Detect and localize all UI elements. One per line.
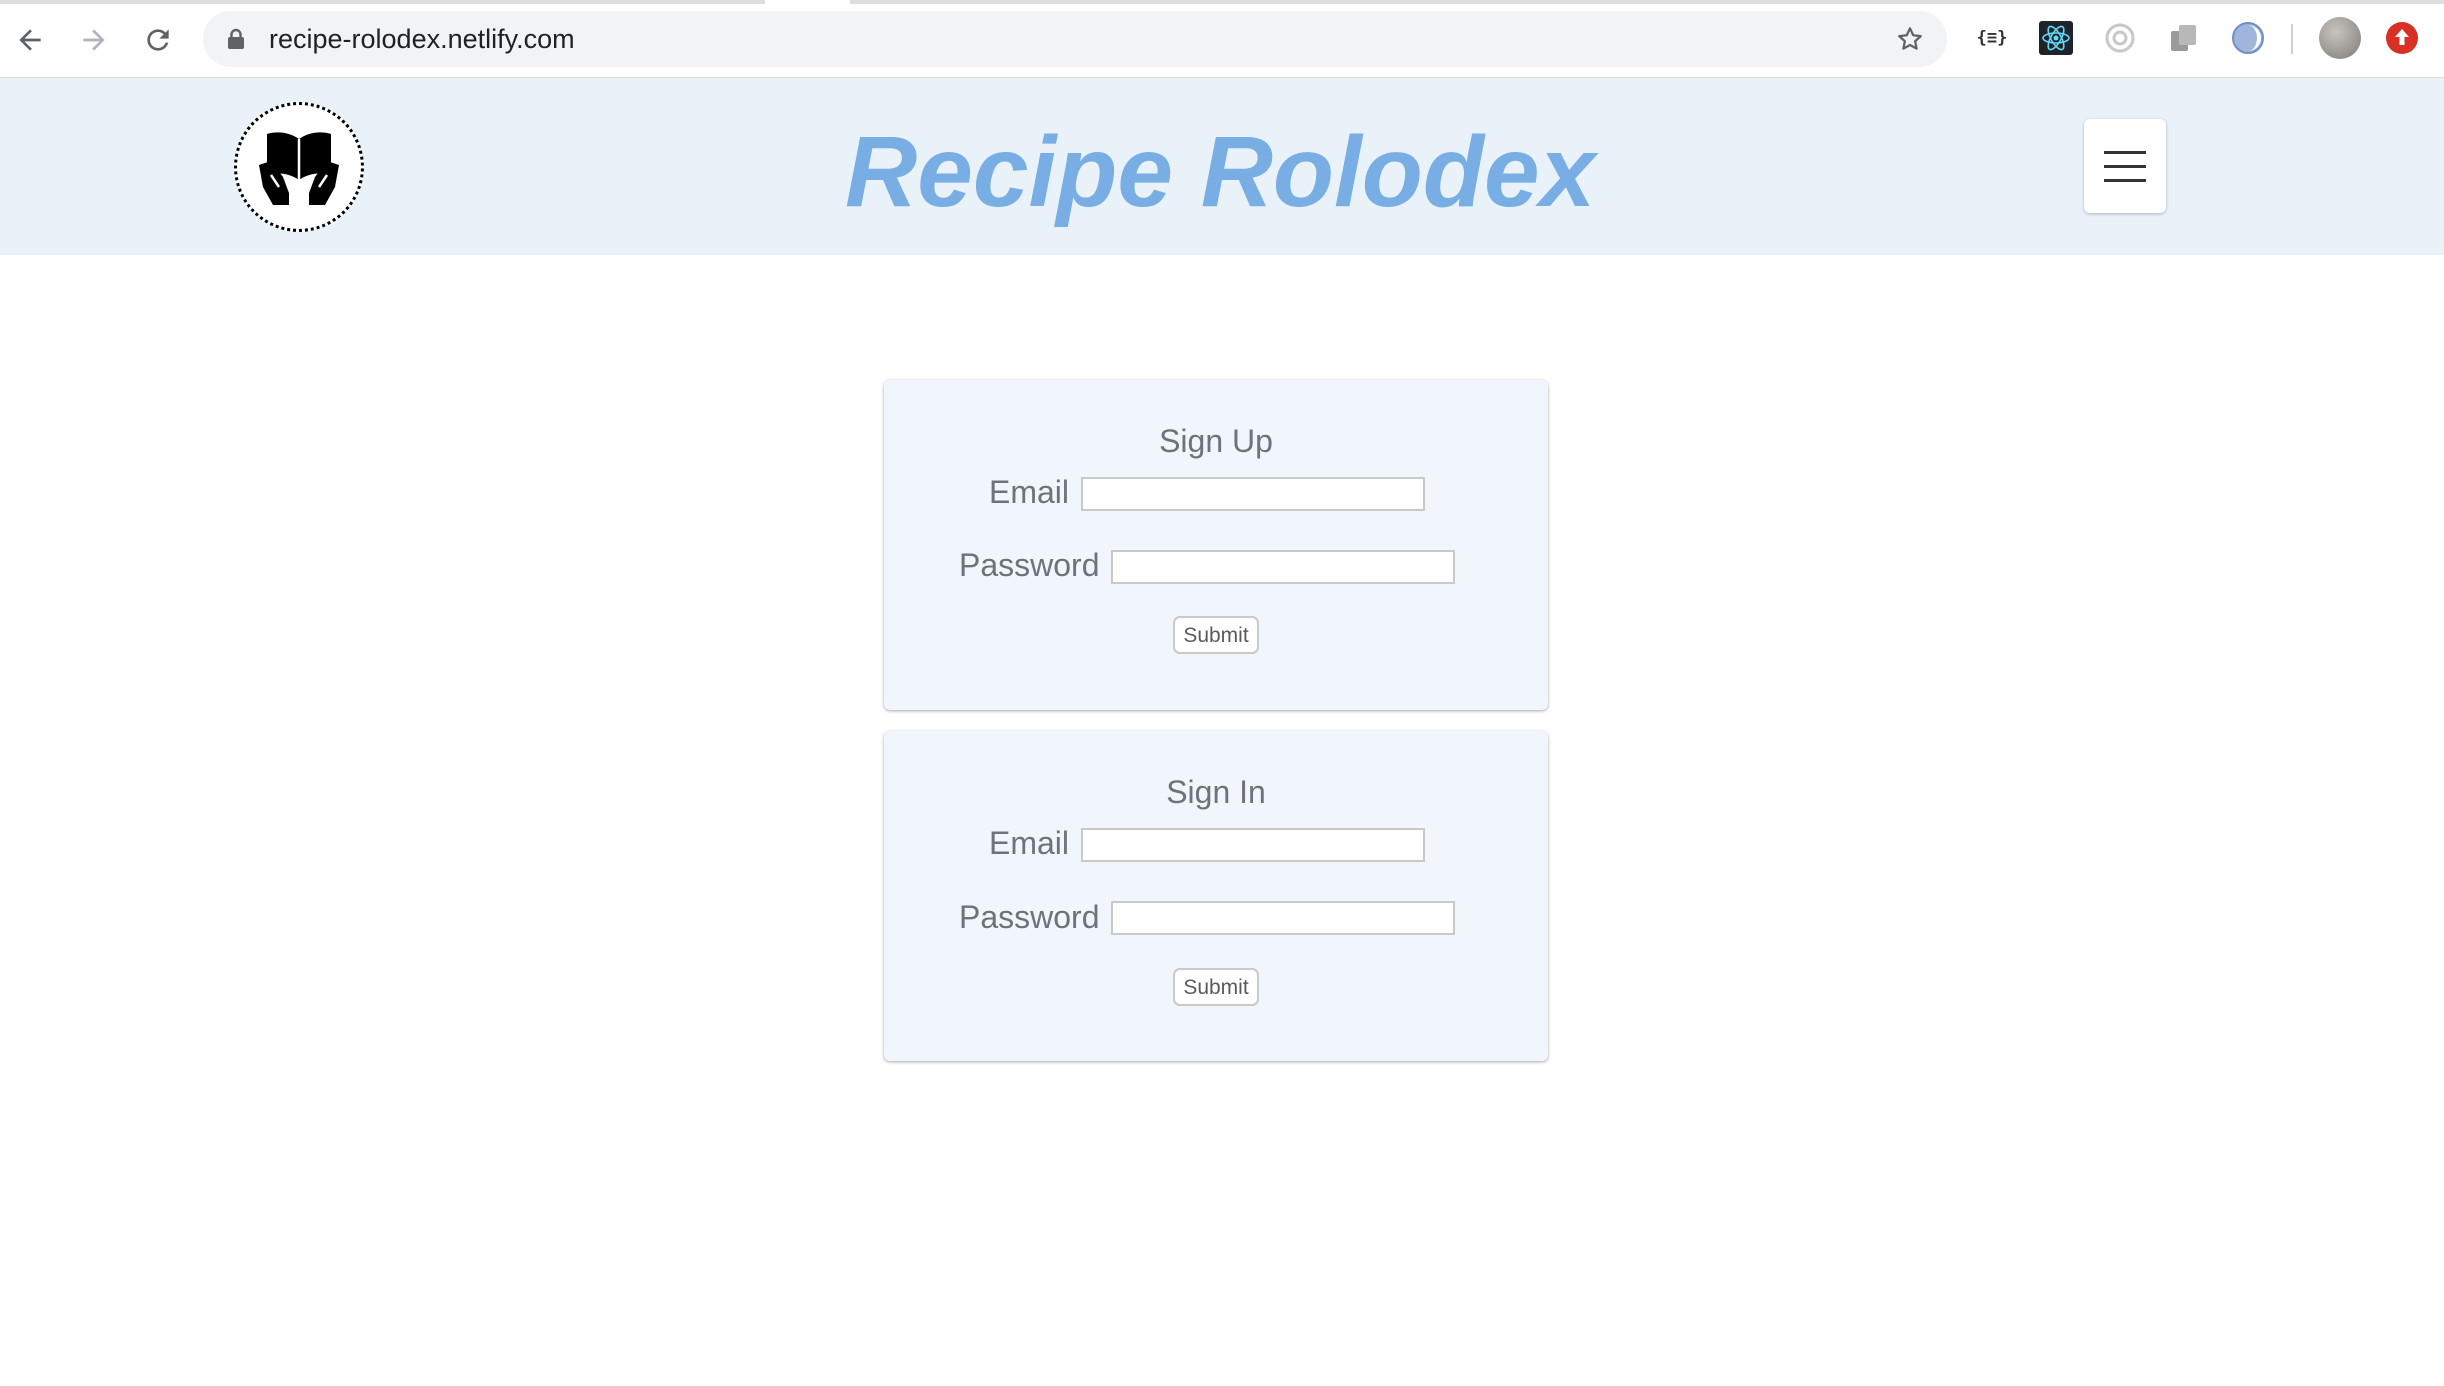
email-label: Email bbox=[989, 474, 1070, 510]
half-moon-extension-icon[interactable] bbox=[2227, 17, 2269, 59]
tab-strip-edge bbox=[0, 0, 765, 4]
menu-toggle-button[interactable] bbox=[2084, 119, 2166, 213]
browser-toolbar: recipe-rolodex.netlify.com {≡} bbox=[0, 0, 2444, 78]
hamburger-menu-icon bbox=[2104, 178, 2146, 182]
site-title: Recipe Rolodex bbox=[845, 116, 1596, 228]
reload-icon bbox=[147, 29, 169, 51]
sign-in-title: Sign In bbox=[1166, 774, 1266, 810]
sign-up-submit-button[interactable]: Submit bbox=[1173, 616, 1259, 654]
sign-up-form: Sign Up Email Password Submit bbox=[884, 380, 1548, 710]
password-label: Password bbox=[959, 899, 1100, 935]
hamburger-menu-icon bbox=[2104, 150, 2146, 154]
address-bar[interactable]: recipe-rolodex.netlify.com bbox=[203, 11, 1947, 67]
tab-strip-edge bbox=[850, 0, 2444, 4]
camera-extension-icon[interactable] bbox=[2099, 17, 2141, 59]
email-label: Email bbox=[989, 825, 1070, 861]
forward-button[interactable] bbox=[68, 14, 120, 66]
react-devtools-icon[interactable] bbox=[2035, 17, 2077, 59]
update-badge-icon[interactable] bbox=[2381, 17, 2423, 59]
toolbar-divider bbox=[2291, 24, 2293, 54]
hamburger-menu-icon bbox=[2104, 164, 2146, 168]
sign-up-title: Sign Up bbox=[1159, 423, 1273, 459]
url-text[interactable]: recipe-rolodex.netlify.com bbox=[269, 11, 575, 67]
lock-icon bbox=[228, 28, 244, 49]
reload-button[interactable] bbox=[132, 14, 184, 66]
sign-in-form: Sign In Email Password Submit bbox=[884, 731, 1548, 1061]
password-label: Password bbox=[959, 547, 1100, 583]
book-hands-logo-icon[interactable] bbox=[234, 102, 364, 232]
json-viewer-icon[interactable]: {≡} bbox=[1971, 17, 2013, 59]
arrow-left-icon bbox=[19, 29, 41, 51]
arrow-right-icon bbox=[83, 29, 105, 51]
star-icon[interactable] bbox=[1895, 24, 1925, 54]
sign-up-email-field[interactable] bbox=[1081, 477, 1425, 511]
sign-up-password-field[interactable] bbox=[1111, 550, 1455, 584]
back-button[interactable] bbox=[4, 14, 56, 66]
sign-in-email-field[interactable] bbox=[1081, 828, 1425, 862]
sign-in-password-field[interactable] bbox=[1111, 901, 1455, 935]
profile-avatar[interactable] bbox=[2317, 15, 2363, 61]
sign-in-submit-button[interactable]: Submit bbox=[1173, 968, 1259, 1006]
copy-extension-icon[interactable] bbox=[2163, 17, 2205, 59]
